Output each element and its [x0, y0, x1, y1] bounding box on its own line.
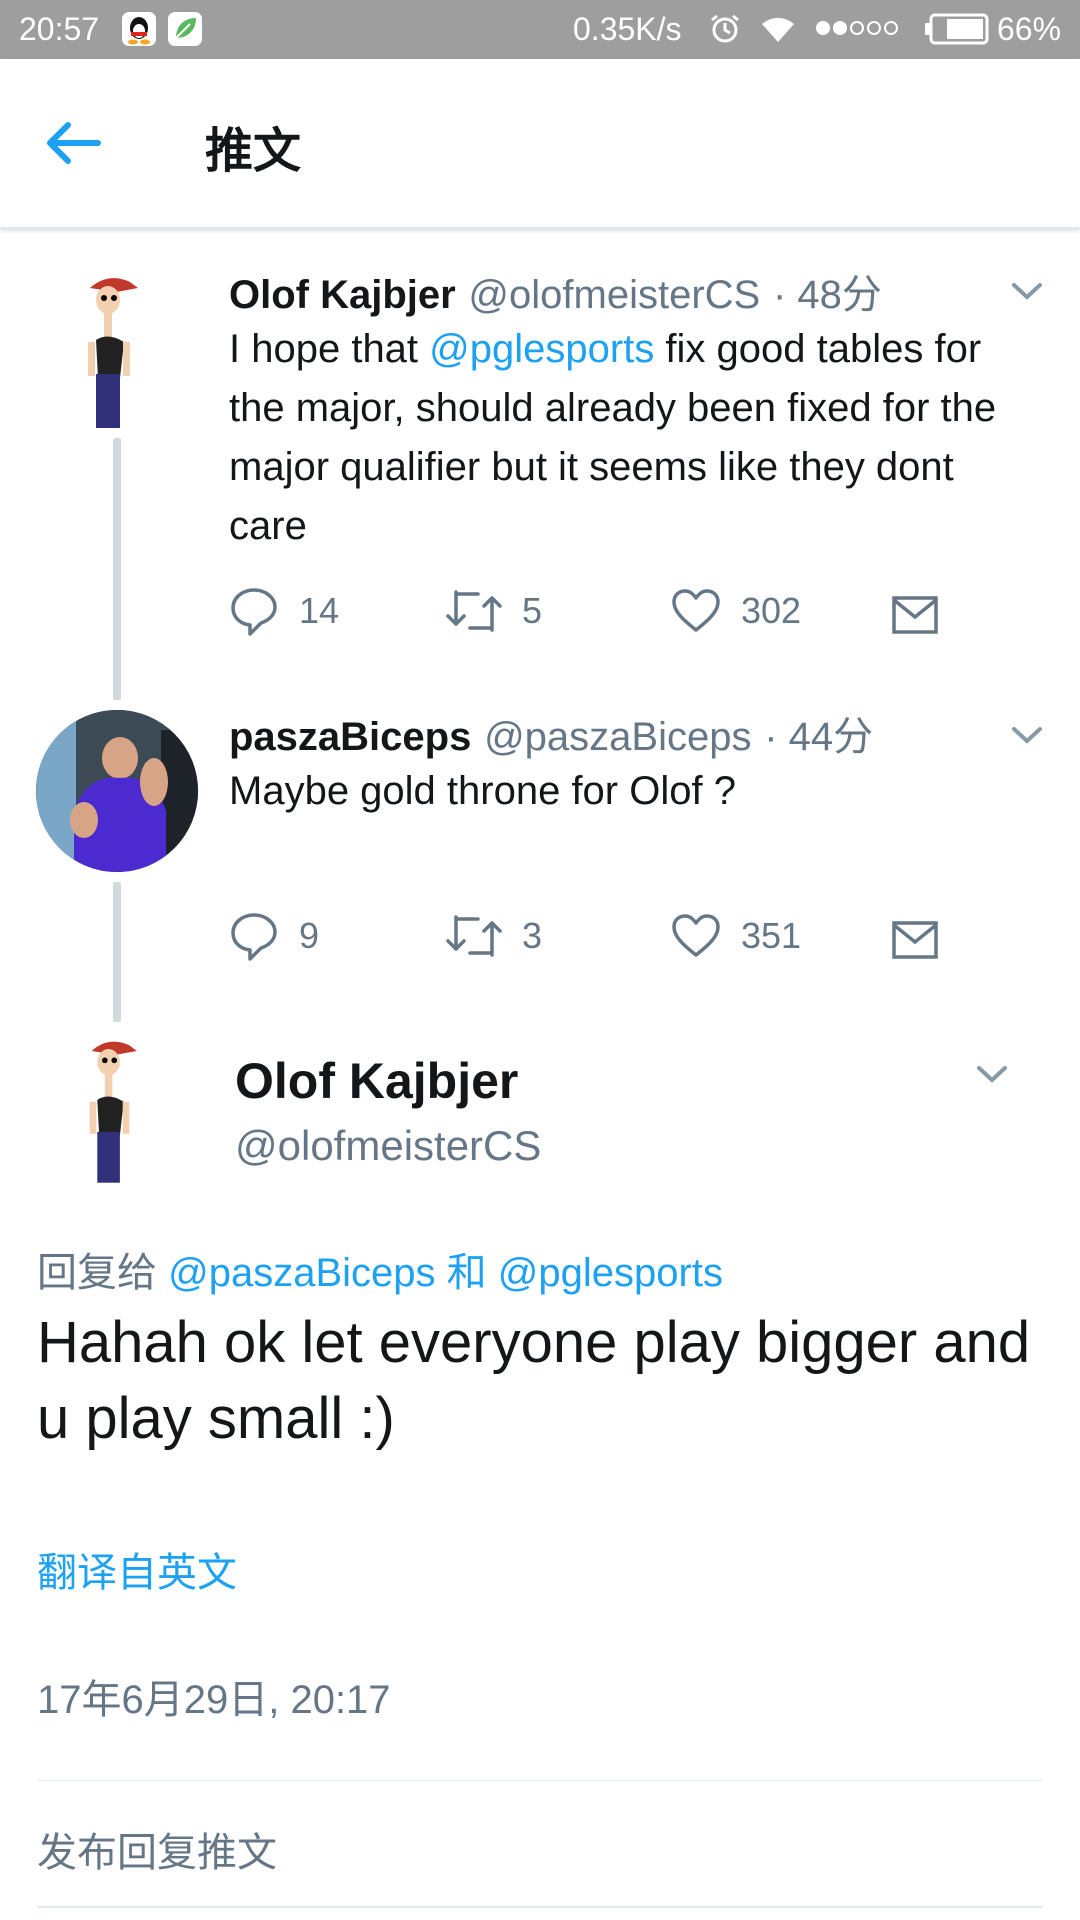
- tweet-text: I hope that @pglesports fix good tables …: [229, 327, 997, 548]
- status-bar: 20:57 0.35K/s 66%: [0, 0, 1080, 59]
- avatar[interactable]: [36, 710, 198, 872]
- chevron-down-icon: [1012, 727, 1042, 744]
- direct-message-button[interactable]: [891, 590, 939, 640]
- like-button[interactable]: 302: [671, 586, 801, 636]
- mention-link[interactable]: @paszaBiceps: [168, 1251, 435, 1295]
- author-name[interactable]: Olof Kajbjer: [235, 1052, 518, 1110]
- envelope-icon: [892, 596, 938, 634]
- author-handle[interactable]: @olofmeisterCS: [235, 1122, 541, 1170]
- reply-button[interactable]: 14: [229, 586, 339, 636]
- author-name[interactable]: Olof Kajbjer: [229, 273, 456, 317]
- arrow-left-icon: [47, 122, 101, 164]
- reply-icon: [231, 913, 277, 961]
- app-bar: 推文: [0, 59, 1080, 229]
- retweet-button[interactable]: 3: [446, 911, 542, 961]
- signal-icon: [814, 17, 906, 43]
- like-button[interactable]: 351: [671, 911, 801, 961]
- direct-message-button[interactable]: [891, 915, 939, 965]
- author-handle[interactable]: @olofmeisterCS: [468, 273, 760, 317]
- mention-link[interactable]: @pglesports: [429, 327, 654, 371]
- retweet-count: 3: [522, 915, 543, 956]
- qq-app-icon: [122, 12, 156, 46]
- tweet-menu-button[interactable]: [1010, 724, 1044, 750]
- envelope-icon: [892, 921, 938, 959]
- reply-icon: [231, 588, 277, 636]
- author-handle[interactable]: @paszaBiceps: [484, 715, 751, 759]
- mention-link[interactable]: @pglesports: [498, 1251, 723, 1295]
- like-count: 302: [741, 590, 802, 631]
- focused-tweet: Olof Kajbjer @olofmeisterCS 回复给 @paszaBi…: [0, 1030, 1080, 1730]
- tweet-timestamp: 17年6月29日, 20:17: [37, 1678, 391, 1722]
- avatar[interactable]: [68, 270, 168, 440]
- tweet[interactable]: Olof Kajbjer @olofmeisterCS · 48分 I hope…: [0, 260, 1080, 680]
- translate-link[interactable]: 翻译自英文: [37, 1540, 237, 1598]
- retweet-count: 5: [522, 590, 543, 631]
- page-title: 推文: [205, 123, 302, 179]
- tweet-text: Maybe gold throne for Olof ?: [229, 769, 736, 813]
- alarm-icon: [708, 12, 742, 50]
- author-name[interactable]: paszaBiceps: [229, 715, 471, 759]
- reply-input[interactable]: 发布回复推文: [37, 1820, 1043, 1906]
- leaf-app-icon: [168, 12, 202, 46]
- avatar[interactable]: [68, 1034, 168, 1204]
- like-count: 351: [741, 915, 802, 956]
- battery-percent: 66%: [997, 11, 1062, 47]
- reply-context: 回复给 @paszaBiceps 和 @pglesports: [37, 1251, 723, 1295]
- heart-icon: [672, 914, 720, 957]
- network-speed: 0.35K/s: [573, 11, 682, 47]
- chevron-down-icon: [977, 1066, 1007, 1083]
- reply-count: 14: [299, 590, 340, 631]
- tweet-menu-button[interactable]: [1010, 280, 1044, 306]
- divider: [37, 1780, 1043, 1781]
- tweet-time: · 48分: [772, 273, 882, 317]
- divider: [37, 1906, 1043, 1908]
- tweet-menu-button[interactable]: [975, 1063, 1009, 1089]
- reply-count: 9: [299, 915, 320, 956]
- reply-button[interactable]: 9: [229, 911, 319, 961]
- tweet[interactable]: paszaBiceps @paszaBiceps · 44分 Maybe gol…: [0, 702, 1080, 992]
- tweet-text: Hahah ok let everyone play bigger and u …: [37, 1310, 1031, 1451]
- tweet-time: · 44分: [764, 715, 874, 759]
- chevron-down-icon: [1012, 283, 1042, 300]
- wifi-icon: [758, 12, 798, 50]
- retweet-button[interactable]: 5: [446, 586, 542, 636]
- reply-placeholder: 发布回复推文: [37, 1831, 277, 1875]
- heart-icon: [672, 589, 720, 632]
- back-button[interactable]: [40, 113, 110, 173]
- retweet-icon: [446, 590, 502, 632]
- retweet-icon: [446, 915, 502, 957]
- battery-icon: [925, 13, 991, 49]
- status-time: 20:57: [19, 11, 100, 47]
